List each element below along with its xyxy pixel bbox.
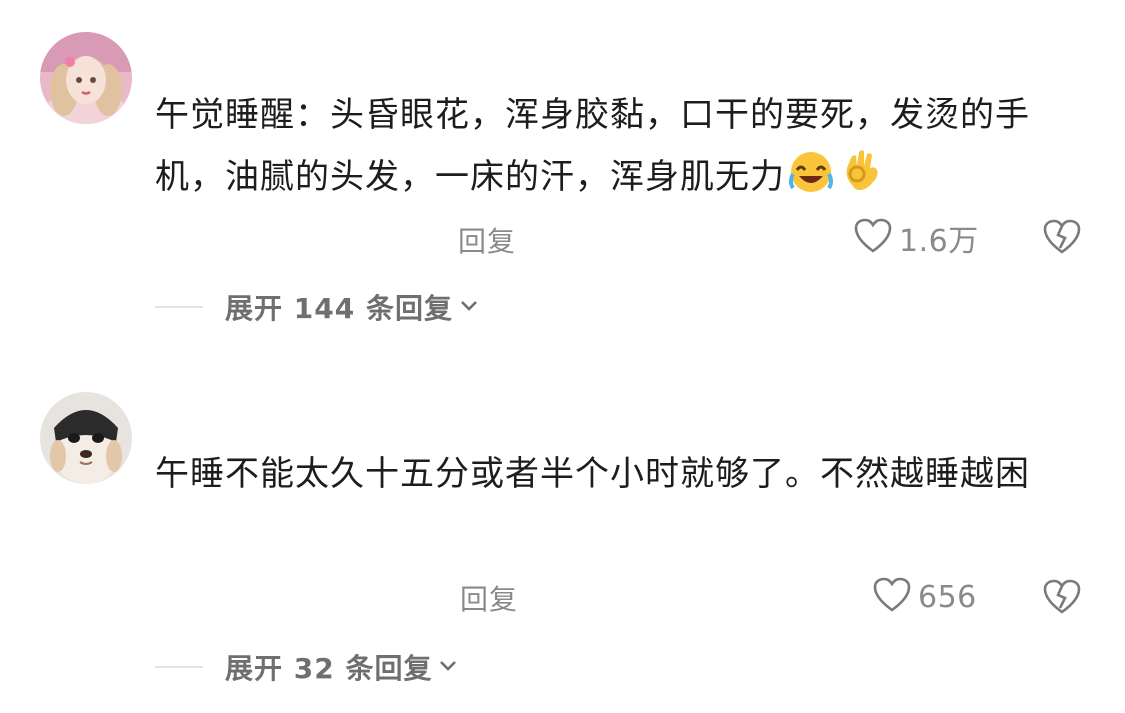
avatar-dog-icon xyxy=(40,392,132,484)
expand-replies[interactable]: 展开 32 条回复 xyxy=(155,647,458,687)
comment-text: 午觉睡醒：头昏眼花，浑身胶黏，口干的要死，发烫的手机，油腻的头发，一床的汗，浑身… xyxy=(155,84,1065,214)
comment-item: 午觉睡醒：头昏眼花，浑身胶黏，口干的要死，发烫的手机，油腻的头发，一床的汗，浑身… xyxy=(0,0,1125,340)
divider xyxy=(155,306,203,308)
broken-heart-icon xyxy=(1042,219,1082,260)
chevron-down-icon xyxy=(459,298,479,317)
expand-replies-label: 展开 144 条回复 xyxy=(225,292,453,325)
like-count: 1.6万 xyxy=(899,224,979,259)
rolling-on-floor-laughing-emoji-icon xyxy=(787,150,835,214)
expand-replies[interactable]: 展开 144 条回复 xyxy=(155,287,479,327)
comment-body: 午觉睡醒：头昏眼花，浑身胶黏，口干的要死，发烫的手机，油腻的头发，一床的汗，浑身… xyxy=(155,95,1030,197)
like-button[interactable]: 656 xyxy=(872,576,977,618)
divider xyxy=(155,666,203,668)
heart-icon xyxy=(872,576,912,618)
comment-body: 午睡不能太久十五分或者半个小时就够了。不然越睡越困 xyxy=(155,454,1030,494)
heart-icon xyxy=(853,217,893,259)
reply-button[interactable]: 回复 xyxy=(460,578,518,618)
expand-replies-label: 展开 32 条回复 xyxy=(225,652,433,685)
broken-heart-icon xyxy=(1042,579,1082,620)
comment-text: 午睡不能太久十五分或者半个小时就够了。不然越睡越困 xyxy=(155,443,1065,505)
dislike-button[interactable] xyxy=(1042,218,1082,260)
avatar-doll-girl-icon xyxy=(40,32,132,124)
user-avatar[interactable] xyxy=(40,392,132,484)
reply-button[interactable]: 回复 xyxy=(458,220,516,260)
like-button[interactable]: 1.6万 xyxy=(853,216,979,260)
like-count: 656 xyxy=(918,579,977,615)
user-avatar[interactable] xyxy=(40,32,132,124)
comment-item: 午睡不能太久十五分或者半个小时就够了。不然越睡越困 回复 656 展开 32 条… xyxy=(0,360,1125,713)
chevron-down-icon xyxy=(438,658,458,677)
dislike-button[interactable] xyxy=(1042,578,1082,620)
ok-hand-emoji-icon xyxy=(837,146,885,214)
